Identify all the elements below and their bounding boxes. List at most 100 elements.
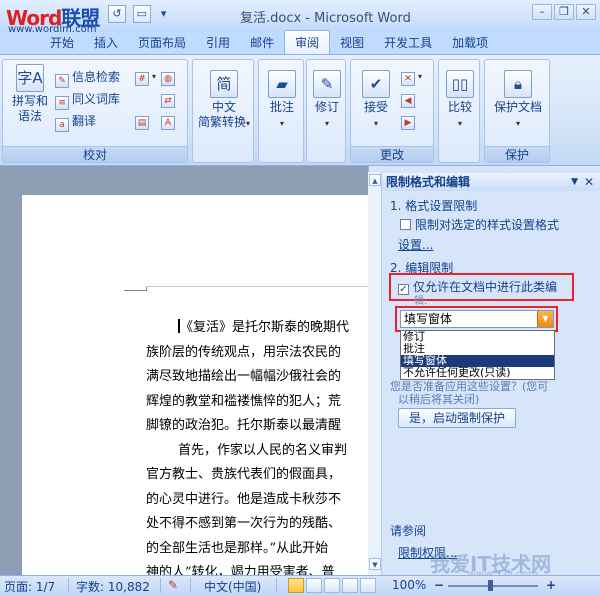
set-language-button[interactable]: A bbox=[161, 112, 178, 130]
maximize-button[interactable]: ❐ bbox=[554, 4, 574, 20]
minimize-button[interactable]: – bbox=[532, 4, 552, 20]
option-tracked-changes[interactable]: 修订 bbox=[401, 331, 554, 343]
formatting-restrictions-heading: 1. 格式设置限制 bbox=[390, 199, 478, 213]
protect-group-label: 保护 bbox=[485, 146, 549, 162]
reject-button[interactable]: ✕ ▾ bbox=[401, 68, 422, 86]
option-no-changes[interactable]: 不允许任何更改(只读) bbox=[401, 367, 554, 379]
zoom-out-icon[interactable]: − bbox=[434, 578, 444, 592]
reject-change-icon: ✕ bbox=[401, 72, 415, 86]
protect-document-button[interactable]: 🔒︎ 保护文档 ▾ bbox=[487, 70, 549, 131]
spelling-grammar-button[interactable]: 字A 拼写和 语法 bbox=[7, 64, 53, 124]
option-comments[interactable]: 批注 bbox=[401, 343, 554, 355]
globe-icon: ◍ bbox=[161, 72, 175, 86]
doc-line: 的全部生活也是那样。”从此开始 bbox=[146, 540, 329, 556]
tab-add-ins[interactable]: 加载项 bbox=[442, 31, 498, 55]
translate-button[interactable]: a 翻译 bbox=[55, 112, 96, 132]
customize-qat-icon[interactable]: ▾ bbox=[158, 6, 170, 24]
zoom-in-icon[interactable]: + bbox=[546, 578, 556, 592]
next-change-icon: ▶ bbox=[401, 116, 415, 130]
editing-restriction-option-cont: 辑: bbox=[414, 296, 428, 307]
language-button[interactable]: ◍ bbox=[161, 68, 178, 86]
outline-view-icon[interactable] bbox=[342, 578, 358, 593]
chinese-conversion-group: 简 中文 简繁转换▾ bbox=[192, 59, 254, 163]
pane-title: 限制格式和编辑 bbox=[386, 175, 471, 189]
accept-button[interactable]: ✔ 接受 ▾ bbox=[355, 70, 397, 131]
ribbon: 字A 拼写和 语法 ✎ 信息检索 ≡ 同义词库 a 翻译 # ▾ ◍ ⇄ A ▤ 校对 bbox=[0, 54, 600, 166]
draft-view-icon[interactable] bbox=[360, 578, 376, 593]
doc-line: 辉煌的教堂和褴褛憔悴的犯人；荒 bbox=[146, 393, 342, 409]
scroll-down-icon[interactable]: ▼ bbox=[369, 558, 381, 570]
start-enforcing-button[interactable]: 是，启动强制保护 bbox=[398, 408, 516, 428]
full-screen-reading-icon[interactable] bbox=[306, 578, 322, 593]
chinese-conversion-button[interactable]: 简 中文 简繁转换▾ bbox=[195, 70, 253, 131]
divider bbox=[160, 578, 161, 593]
doc-line: 官方教士、贵族代表们的假面具， bbox=[146, 467, 342, 482]
tab-references[interactable]: 引用 bbox=[196, 31, 240, 55]
translation-tip-icon: ⇄ bbox=[161, 94, 175, 108]
simplified-traditional-icon: 简 bbox=[210, 70, 238, 98]
research-button[interactable]: ✎ 信息检索 bbox=[55, 68, 120, 88]
doc-line: 的心灵中进行。他是造成卡秋莎不 bbox=[146, 491, 342, 507]
doc-line: 处不得不感到第一次行为的残酷、 bbox=[146, 516, 342, 531]
update-ime-button[interactable]: ▤ bbox=[135, 112, 152, 130]
formatting-restriction-option[interactable]: 限制对选定的样式设置格式 bbox=[400, 216, 559, 233]
site-logo-url: www.wordlm.com bbox=[8, 24, 97, 35]
next-change-button[interactable]: ▶ bbox=[401, 112, 418, 130]
track-changes-button[interactable]: ✎ 修订 ▾ bbox=[307, 70, 347, 131]
see-also-heading: 请参阅 bbox=[390, 524, 427, 538]
option-filling-in-forms[interactable]: 填写窗体 bbox=[401, 355, 554, 367]
translate-icon: a bbox=[55, 118, 69, 132]
accept-change-icon: ✔ bbox=[362, 70, 390, 98]
protect-group: 🔒︎ 保护文档 ▾ 保护 bbox=[484, 59, 550, 163]
doc-line: 族阶层的传统观点，用宗法农民的 bbox=[146, 344, 342, 360]
page-indicator[interactable]: 页面: 1/7 bbox=[4, 578, 55, 595]
editing-restriction-checkbox[interactable]: ✓ bbox=[398, 284, 409, 295]
tab-review[interactable]: 审阅 bbox=[284, 30, 331, 54]
tab-page-layout[interactable]: 页面布局 bbox=[128, 31, 196, 55]
thesaurus-button[interactable]: ≡ 同义词库 bbox=[55, 90, 120, 110]
new-document-icon[interactable]: ▭ bbox=[132, 5, 151, 23]
web-layout-icon[interactable] bbox=[324, 578, 340, 593]
language-indicator[interactable]: 中文(中国) bbox=[204, 578, 261, 595]
research-icon: ✎ bbox=[55, 74, 69, 88]
word-count-button[interactable]: # ▾ bbox=[135, 68, 156, 86]
divider bbox=[68, 578, 69, 593]
zoom-slider[interactable] bbox=[448, 585, 538, 587]
proofing-status-icon[interactable]: ✎ bbox=[168, 578, 178, 592]
tab-view[interactable]: 视图 bbox=[330, 31, 374, 55]
close-button[interactable]: ✕ bbox=[576, 4, 596, 20]
pane-scrollbar[interactable]: ▲ ▼ bbox=[368, 172, 382, 575]
settings-link[interactable]: 设置... bbox=[398, 236, 433, 253]
quick-access-toolbar: ↺ ▭ ▾ bbox=[108, 5, 173, 24]
document-body[interactable]: 《复活》是托尔斯泰的晚期代 族阶层的传统观点，用宗法农民的 满尽致地描绘出一幅幅… bbox=[146, 316, 368, 586]
previous-change-button[interactable]: ◀ bbox=[401, 90, 418, 108]
editing-type-select[interactable]: 填写窗体 ▼ bbox=[400, 310, 554, 328]
translation-tip-button[interactable]: ⇄ bbox=[161, 90, 178, 108]
tab-developer[interactable]: 开发工具 bbox=[374, 31, 442, 55]
chevron-down-icon[interactable]: ▼ bbox=[537, 311, 553, 327]
doc-line: 脚镣的政治犯。托尔斯泰以最清醒 bbox=[146, 418, 342, 433]
comment-button[interactable]: ▰ 批注 ▾ bbox=[261, 70, 303, 131]
tab-mailings[interactable]: 邮件 bbox=[240, 31, 284, 55]
comment-group: ▰ 批注 ▾ bbox=[258, 59, 304, 163]
dictionary-icon: ▤ bbox=[135, 116, 149, 130]
word-count[interactable]: 字数: 10,882 bbox=[76, 578, 150, 595]
track-changes-icon: ✎ bbox=[313, 70, 341, 98]
ribbon-tabs: 开始 插入 页面布局 引用 邮件 审阅 视图 开发工具 加载项 bbox=[40, 30, 498, 54]
header-line bbox=[146, 286, 368, 287]
compare-button[interactable]: ▯▯ 比较 ▾ bbox=[439, 70, 481, 131]
formatting-restriction-checkbox[interactable] bbox=[400, 219, 411, 230]
editing-type-dropdown: 修订 批注 填写窗体 不允许任何更改(只读) bbox=[400, 330, 555, 380]
zoom-level[interactable]: 100% bbox=[392, 578, 426, 592]
print-layout-icon[interactable] bbox=[288, 578, 304, 593]
lock-document-icon: 🔒︎ bbox=[504, 70, 532, 98]
pane-close-icon[interactable]: ✕ bbox=[584, 173, 594, 191]
scroll-up-icon[interactable]: ▲ bbox=[369, 174, 381, 186]
zoom-slider-thumb[interactable] bbox=[488, 580, 493, 591]
pane-options-icon[interactable]: ▼ bbox=[571, 173, 578, 191]
doc-line: 满尽致地描绘出一幅幅沙俄社会的 bbox=[146, 369, 342, 384]
doc-line: 首先，作家以人民的名义审判 bbox=[178, 442, 348, 458]
undo-icon[interactable]: ↺ bbox=[108, 5, 126, 23]
status-bar: 页面: 1/7 字数: 10,882 ✎ 中文(中国) 100% − + bbox=[0, 575, 600, 595]
divider bbox=[276, 578, 277, 593]
